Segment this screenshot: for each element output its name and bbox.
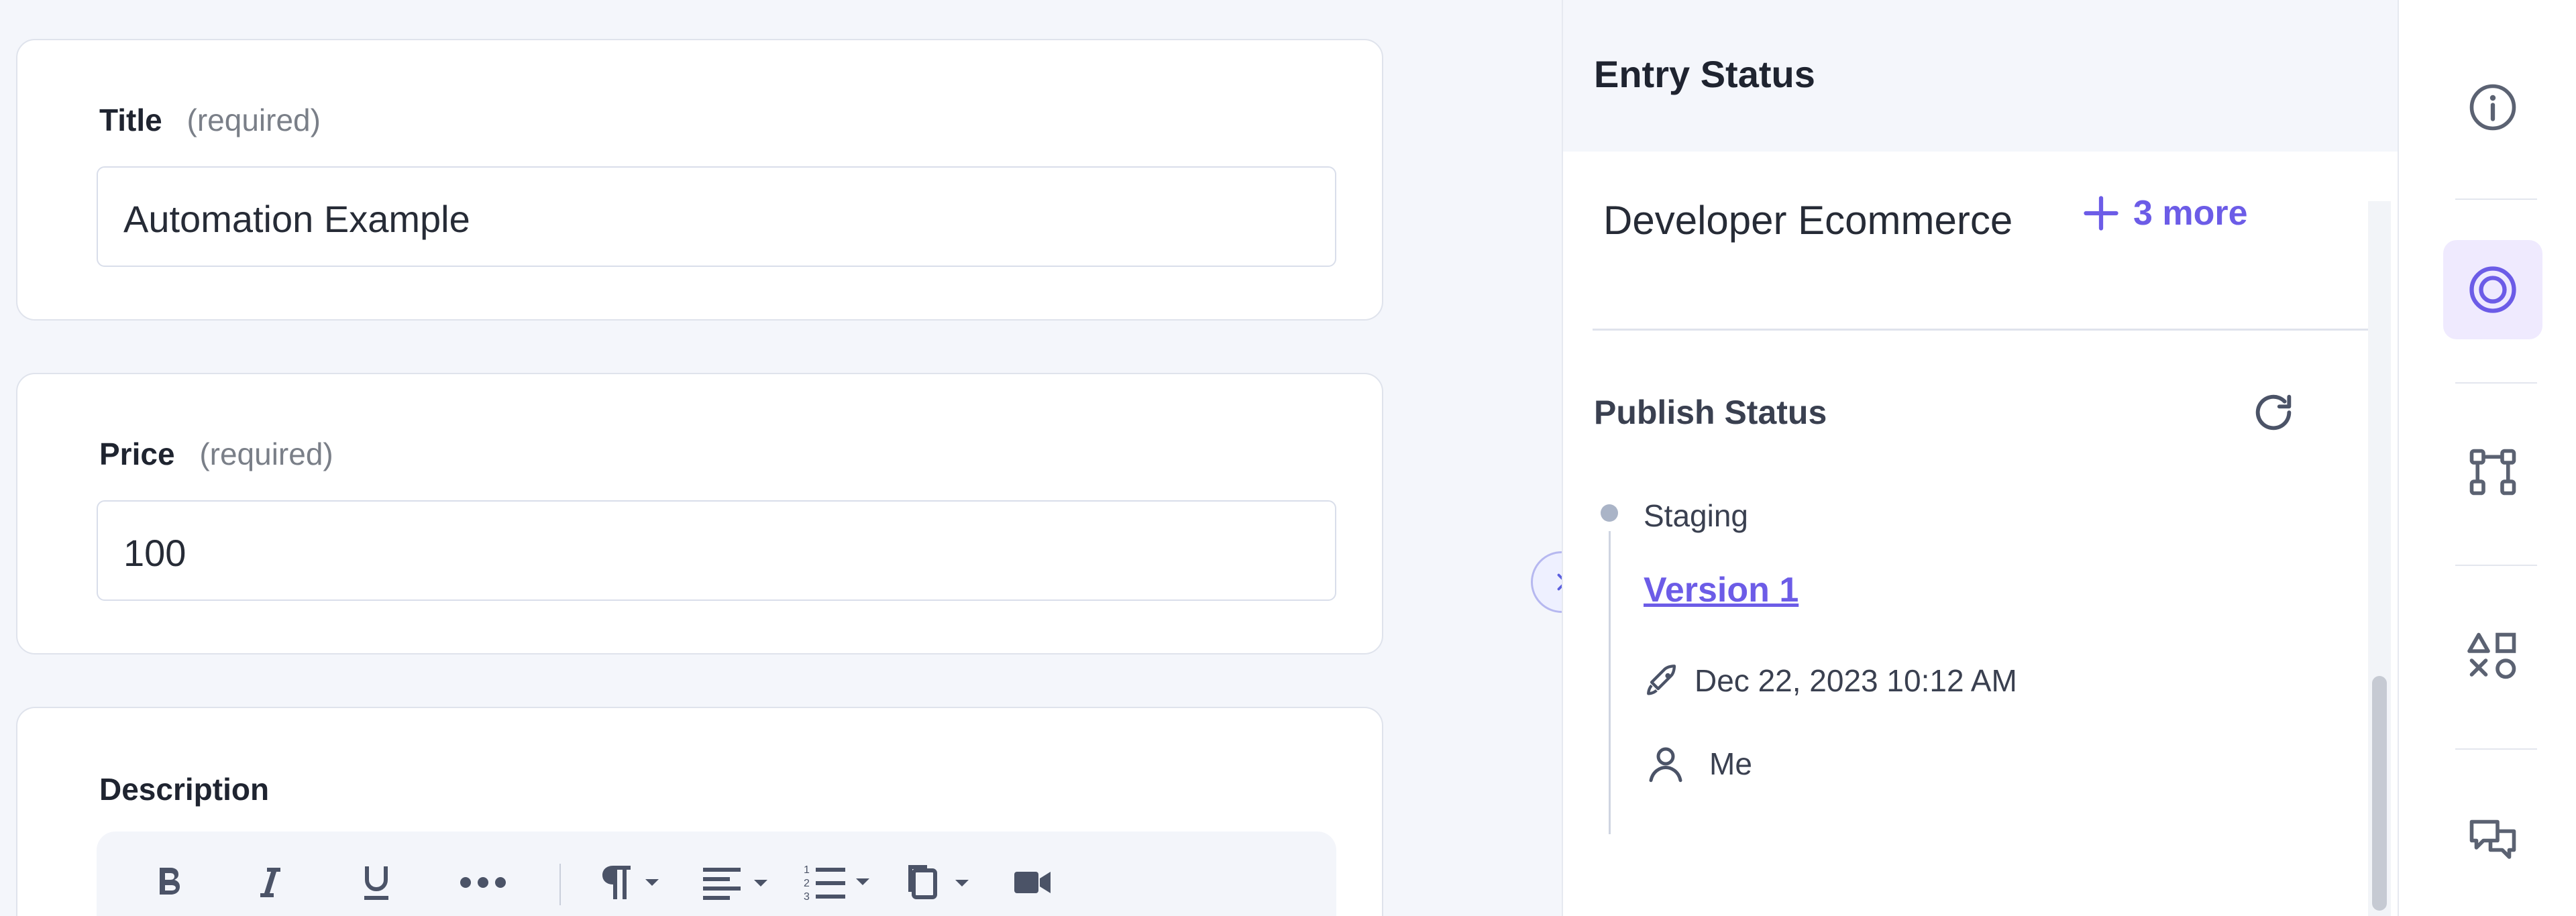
video-icon[interactable] xyxy=(1012,864,1055,901)
plus-icon xyxy=(2084,196,2118,231)
svg-text:1: 1 xyxy=(804,864,810,876)
user-icon xyxy=(1649,747,1682,783)
price-required-text: (required) xyxy=(199,437,333,471)
section-divider xyxy=(1593,329,2372,331)
align-icon[interactable] xyxy=(700,864,774,901)
rocket-icon xyxy=(1647,665,1676,695)
rail-separator xyxy=(2455,198,2537,200)
description-card: Description 1 2 3 xyxy=(16,707,1383,916)
list-icon[interactable]: 1 2 3 xyxy=(804,864,877,903)
price-label: Price (required) xyxy=(99,436,333,472)
publish-date-row: Dec 22, 2023 10:12 AM xyxy=(1644,661,2017,700)
timeline-dot xyxy=(1601,504,1618,522)
shapes-icon[interactable] xyxy=(2443,606,2542,705)
title-card: Title (required) Automation Example xyxy=(16,39,1383,321)
publish-status-title: Publish Status xyxy=(1594,394,1827,431)
more-locales-button[interactable]: 3 more xyxy=(2081,193,2248,233)
publisher-row: Me xyxy=(1644,742,1752,786)
title-input-value: Automation Example xyxy=(123,198,470,240)
rail-separator xyxy=(2455,382,2537,384)
panel-scrollbar[interactable] xyxy=(2368,201,2391,916)
more-locales-label: 3 more xyxy=(2133,194,2248,233)
underline-icon[interactable] xyxy=(357,864,396,901)
more-icon[interactable] xyxy=(459,864,507,901)
chat-icon[interactable] xyxy=(2443,789,2542,888)
copy-icon[interactable] xyxy=(906,864,979,901)
price-input-value: 100 xyxy=(123,532,186,574)
title-input[interactable]: Automation Example xyxy=(97,166,1336,267)
entry-status-panel: Entry Status Developer Ecommerce 3 more … xyxy=(1562,0,2399,916)
panel-title: Entry Status xyxy=(1594,53,1815,95)
svg-text:3: 3 xyxy=(804,891,810,903)
price-label-text: Price xyxy=(99,437,175,471)
locale-name: Developer Ecommerce xyxy=(1603,198,2013,243)
toolbar-divider xyxy=(559,864,561,905)
right-rail xyxy=(2398,0,2576,916)
scrollbar-thumb[interactable] xyxy=(2372,676,2387,911)
italic-icon[interactable] xyxy=(254,864,288,901)
title-label: Title (required) xyxy=(99,102,321,138)
app-root: Title (required) Automation Example Pric… xyxy=(0,0,2576,916)
version-link[interactable]: Version 1 xyxy=(1644,570,1799,610)
rail-separator xyxy=(2455,565,2537,566)
target-icon[interactable] xyxy=(2443,240,2542,339)
bold-icon[interactable] xyxy=(153,864,188,901)
price-input[interactable]: 100 xyxy=(97,500,1336,601)
paragraph-icon[interactable] xyxy=(598,864,665,901)
publisher-name: Me xyxy=(1709,746,1752,781)
title-required-text: (required) xyxy=(186,103,321,137)
workflow-icon[interactable] xyxy=(2443,422,2542,522)
svg-text:2: 2 xyxy=(804,878,810,889)
timeline-line xyxy=(1609,531,1611,834)
panel-header: Entry Status xyxy=(1563,0,2399,152)
rich-text-toolbar: 1 2 3 xyxy=(97,832,1336,916)
info-icon[interactable] xyxy=(2443,58,2542,157)
description-label: Description xyxy=(99,772,270,807)
price-card: Price (required) 100 xyxy=(16,373,1383,654)
refresh-icon[interactable] xyxy=(2250,389,2297,439)
title-label-text: Title xyxy=(99,103,162,137)
panel-scroll-area[interactable]: Developer Ecommerce 3 more Publish Statu… xyxy=(1563,152,2399,916)
publish-date-text: Dec 22, 2023 10:12 AM xyxy=(1695,663,2017,698)
environment-name: Staging xyxy=(1644,498,1749,533)
rail-separator xyxy=(2455,748,2537,750)
